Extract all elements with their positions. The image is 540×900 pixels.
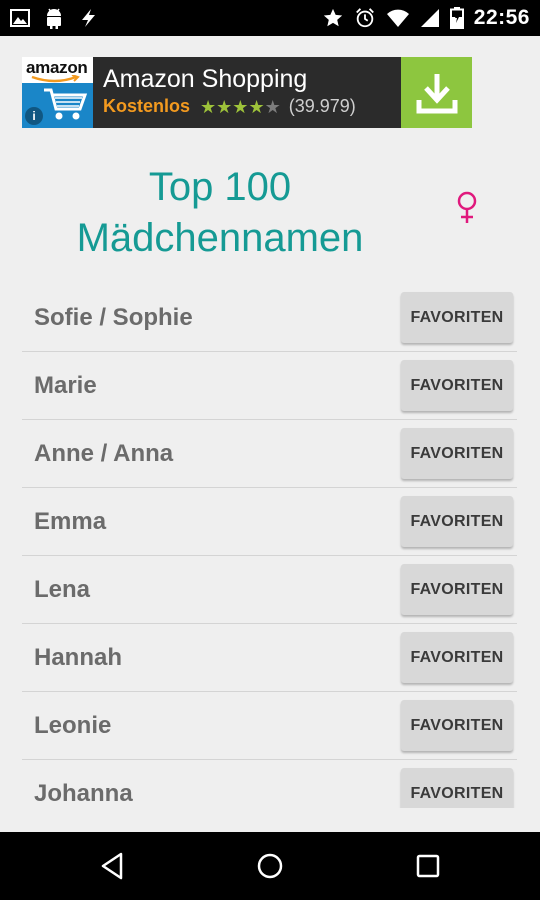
favorites-button[interactable]: FAVORITEN [401, 292, 513, 343]
status-bar: 22:56 [0, 0, 540, 36]
name-label: Leonie [34, 712, 112, 739]
alarm-icon [354, 7, 376, 29]
list-item[interactable]: Leonie FAVORITEN [22, 692, 517, 760]
name-label: Emma [34, 508, 107, 535]
favorites-button[interactable]: FAVORITEN [401, 428, 513, 479]
rating-count: (39.979) [288, 96, 356, 116]
download-icon [416, 73, 457, 113]
female-symbol-icon [452, 190, 482, 231]
download-button[interactable] [401, 57, 472, 128]
names-list[interactable]: Sofie / Sophie FAVORITEN Marie FAVORITEN… [22, 284, 517, 808]
navigation-bar [0, 832, 540, 900]
name-label: Sofie / Sophie [34, 304, 193, 331]
name-label: Anne / Anna [34, 440, 174, 467]
clock-time: 22:56 [473, 6, 530, 29]
page-title: Top 100 Mädchennamen [50, 162, 390, 264]
half-star-icon: ★ [264, 96, 281, 117]
home-icon [257, 853, 283, 879]
title-line-1: Top 100 [148, 165, 292, 209]
name-label: Johanna [34, 780, 133, 807]
recents-button[interactable] [388, 832, 468, 900]
list-item[interactable]: Marie FAVORITEN [22, 352, 517, 420]
star-icon: ★ [232, 96, 249, 117]
ad-banner[interactable]: amazon i Amazon Shopping Kostenlos ★ ★ ★… [22, 57, 472, 128]
star-icon: ★ [216, 96, 233, 117]
list-bottom-padding [0, 808, 540, 832]
android-icon [44, 7, 64, 29]
star-icon: ★ [248, 96, 265, 117]
title-line-2: Mädchennamen [76, 216, 364, 260]
name-label: Hannah [34, 644, 123, 671]
ad-info-icon[interactable]: i [25, 107, 43, 125]
recents-icon [416, 854, 440, 878]
home-button[interactable] [230, 832, 310, 900]
signal-icon [420, 8, 440, 28]
list-item[interactable]: Hannah FAVORITEN [22, 624, 517, 692]
back-icon [101, 852, 123, 880]
back-button[interactable] [72, 832, 152, 900]
ad-title: Amazon Shopping [103, 65, 308, 93]
wifi-icon [386, 8, 410, 28]
list-item[interactable]: Emma FAVORITEN [22, 488, 517, 556]
battery-icon [449, 7, 464, 29]
ad-price-label: Kostenlos [103, 96, 191, 116]
favorites-button[interactable]: FAVORITEN [401, 632, 513, 683]
image-icon [10, 9, 30, 27]
list-item[interactable]: Anne / Anna FAVORITEN [22, 420, 517, 488]
favorites-button[interactable]: FAVORITEN [401, 564, 513, 615]
rating-stars: ★ ★ ★ ★ ★ [200, 98, 281, 116]
favorites-button[interactable]: FAVORITEN [401, 360, 513, 411]
name-label: Marie [34, 372, 97, 399]
star-icon [322, 7, 344, 29]
shopping-cart-icon [44, 88, 88, 120]
flash-icon [78, 8, 98, 28]
star-icon: ★ [200, 96, 217, 117]
list-item[interactable]: Johanna FAVORITEN [22, 760, 517, 808]
amazon-app-logo: amazon i [22, 57, 93, 128]
name-label: Lena [34, 576, 91, 603]
amazon-smile-icon [31, 75, 80, 83]
list-item[interactable]: Lena FAVORITEN [22, 556, 517, 624]
list-item[interactable]: Sofie / Sophie FAVORITEN [22, 284, 517, 352]
favorites-button[interactable]: FAVORITEN [401, 700, 513, 751]
favorites-button[interactable]: FAVORITEN [401, 768, 513, 808]
favorites-button[interactable]: FAVORITEN [401, 496, 513, 547]
